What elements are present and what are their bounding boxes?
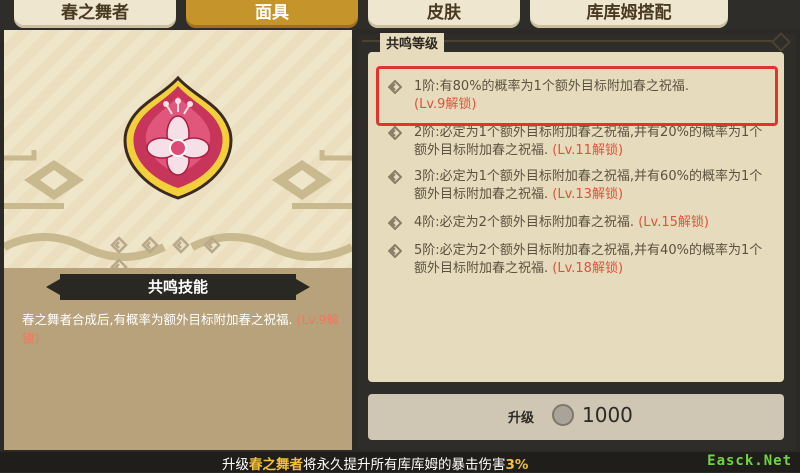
tab-label: 库库姆搭配 <box>586 3 672 23</box>
tab-label: 面具 <box>255 3 289 23</box>
resonance-level-pips <box>106 236 256 276</box>
tab-spring-dancer[interactable]: 春之舞者 <box>14 0 176 28</box>
bonus-value: 3% <box>505 457 529 473</box>
tab-kukumu-pairing[interactable]: 库库姆搭配 <box>530 0 728 28</box>
section-title: 共鸣等级 <box>380 33 445 52</box>
bonus-message: 升级春之舞者将永久提升所有库库姆的暴击伤害3% <box>222 453 528 473</box>
arrow-right-icon <box>296 279 310 295</box>
tier-icon <box>388 170 402 184</box>
skill-desc-text: 春之舞者合成后,有概率为额外目标附加春之祝福. <box>22 312 293 327</box>
resonance-header: 共鸣等级 <box>362 32 791 60</box>
skill-title: 共鸣技能 <box>147 278 208 296</box>
arrow-left-icon <box>46 279 60 295</box>
tier-unlock: (Lv.15解锁) <box>638 215 709 230</box>
tab-skin[interactable]: 皮肤 <box>368 0 520 28</box>
bonus-prefix: 升级 <box>222 457 249 473</box>
tab-bar: 春之舞者 面具 皮肤 库库姆搭配 <box>0 0 800 30</box>
tab-label: 春之舞者 <box>61 3 129 23</box>
tier-unlock: (Lv.18解锁) <box>552 261 624 276</box>
tier-text: 4阶:必定为2个额外目标附加春之祝福. <box>414 215 635 230</box>
bonus-middle: 将永久提升所有库库姆的暴击伤害 <box>303 457 506 473</box>
skill-title-banner: 共鸣技能 <box>46 274 310 300</box>
tier-icon <box>388 244 402 258</box>
upgrade-label: 升级 <box>508 411 535 426</box>
upgrade-cost: 1000 <box>582 403 633 427</box>
highlight-annotation-box <box>376 66 778 126</box>
tier-icon <box>388 216 402 230</box>
tier-unlock: (Lv.11解锁) <box>552 143 624 158</box>
bonus-info-bar: 升级春之舞者将永久提升所有库库姆的暴击伤害3% Easck.Net <box>0 452 800 473</box>
tier-icon <box>388 126 402 140</box>
bonus-name: 春之舞者 <box>249 457 303 473</box>
level-pip-icon <box>203 236 222 254</box>
tab-label: 皮肤 <box>427 3 461 23</box>
level-pip-icon <box>172 236 190 254</box>
level-pip-icon <box>110 236 128 254</box>
skill-description: 春之舞者合成后,有概率为额外目标附加春之祝福. (Lv.9解锁) <box>22 310 342 348</box>
upgrade-button[interactable]: 升级 1000 <box>368 394 784 440</box>
tier-unlock: (Lv.13解锁) <box>552 187 624 202</box>
coin-icon <box>552 404 574 426</box>
mask-detail-panel: 共鸣技能 春之舞者合成后,有概率为额外目标附加春之祝福. (Lv.9解锁) <box>4 30 352 450</box>
watermark: Easck.Net <box>707 453 792 469</box>
pink-flower-mask-icon[interactable] <box>118 74 238 204</box>
level-pip-icon <box>141 236 159 254</box>
tab-mask[interactable]: 面具 <box>186 0 358 28</box>
